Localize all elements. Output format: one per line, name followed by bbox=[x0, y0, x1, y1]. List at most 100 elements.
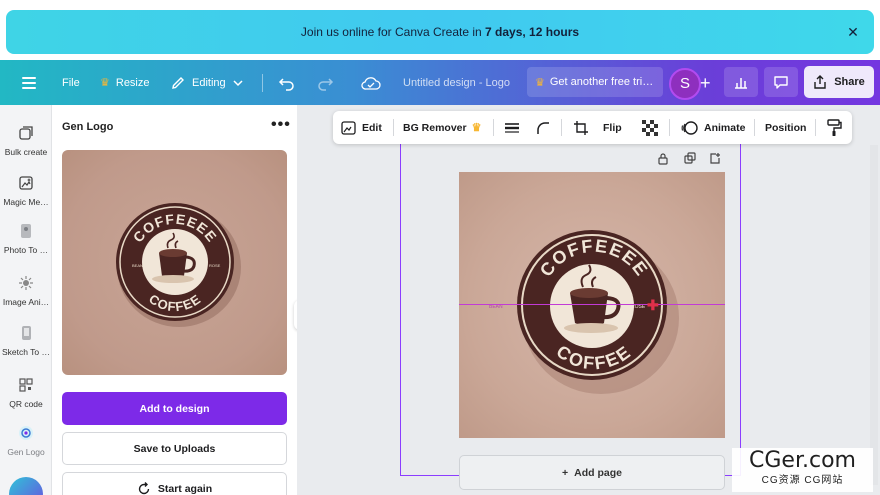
cloud-check-icon bbox=[361, 76, 381, 90]
rail-label: Gen Logo bbox=[7, 447, 45, 457]
edit-image-icon bbox=[341, 120, 356, 135]
topbar-divider bbox=[262, 74, 263, 92]
refresh-icon bbox=[138, 481, 150, 494]
redo-button[interactable] bbox=[316, 60, 334, 105]
watermark-sub: CG资源 CG网站 bbox=[761, 475, 844, 486]
border-style-button[interactable] bbox=[504, 111, 520, 144]
user-avatar[interactable]: S bbox=[669, 68, 701, 100]
add-to-design-button[interactable]: Add to design bbox=[62, 392, 287, 425]
save-to-uploads-button[interactable]: Save to Uploads bbox=[62, 432, 287, 465]
save-to-uploads-label: Save to Uploads bbox=[133, 442, 216, 455]
apps-rail: Bulk create Magic Me… Photo To … Image A… bbox=[0, 105, 52, 495]
generated-logo-preview[interactable]: COFFEEEE COFFEE BEAN ROSE bbox=[62, 150, 287, 375]
free-trial-button[interactable]: ♛ Get another free tri… bbox=[527, 67, 663, 97]
animate-icon bbox=[681, 120, 698, 135]
copy-style-button[interactable] bbox=[826, 111, 842, 144]
toolbar-divider bbox=[393, 119, 394, 136]
rail-item-gen-logo[interactable]: Gen Logo bbox=[0, 425, 52, 457]
gen-logo-icon bbox=[19, 426, 33, 440]
comment-icon bbox=[774, 76, 788, 89]
start-again-button[interactable]: Start again bbox=[62, 472, 287, 495]
animate-button[interactable]: Animate bbox=[681, 111, 745, 144]
panel-title: Gen Logo bbox=[62, 121, 114, 133]
crown-icon: ♛ bbox=[471, 122, 482, 134]
toolbar-divider bbox=[493, 119, 494, 136]
corner-rounding-button[interactable] bbox=[536, 111, 550, 144]
editing-label: Editing bbox=[192, 76, 226, 89]
crop-icon bbox=[574, 120, 588, 135]
resize-label: Resize bbox=[115, 76, 150, 89]
rail-item-image-animate[interactable]: Image Ani… bbox=[0, 275, 52, 307]
add-page-label: Add page bbox=[574, 466, 622, 479]
transparency-checker-icon bbox=[642, 119, 658, 136]
duplicate-page-icon[interactable] bbox=[684, 152, 696, 168]
editing-mode-dropdown[interactable]: Editing bbox=[170, 60, 244, 105]
document-title-text: Untitled design - Logo bbox=[403, 76, 511, 89]
banner-close-icon[interactable]: ✕ bbox=[844, 23, 862, 41]
gen-logo-panel: Gen Logo ••• COFFEEEE COFFEE BEAN ROSE A… bbox=[52, 105, 297, 495]
pencil-icon bbox=[172, 76, 184, 89]
coffee-logo-canvas: COFFEEEE COFFEE BEAN ROSE bbox=[489, 230, 679, 394]
share-label: Share bbox=[834, 76, 865, 88]
rail-item-magic-media[interactable]: Magic Me… bbox=[0, 175, 52, 207]
lock-page-icon[interactable] bbox=[657, 152, 669, 168]
file-menu[interactable]: File bbox=[62, 60, 80, 105]
paint-roller-icon bbox=[827, 118, 842, 136]
rail-item-sketch-to[interactable]: Sketch To … bbox=[0, 325, 52, 357]
flip-label: Flip bbox=[603, 121, 622, 134]
add-collaborator-icon[interactable]: + bbox=[700, 73, 711, 94]
rail-item-photo-to[interactable]: Photo To … bbox=[0, 223, 52, 255]
crown-icon: ♛ bbox=[100, 77, 110, 89]
position-label: Position bbox=[765, 121, 807, 134]
qr-code-icon bbox=[19, 378, 33, 392]
logo-design-element[interactable]: COFFEEEE COFFEE BEAN ROSE bbox=[459, 172, 725, 438]
add-page-button[interactable]: + Add page bbox=[459, 455, 725, 490]
edit-label: Edit bbox=[362, 121, 382, 134]
sketch-to-app-icon bbox=[22, 326, 31, 340]
border-style-icon bbox=[505, 122, 519, 133]
comments-button[interactable] bbox=[764, 67, 798, 97]
rail-label: Bulk create bbox=[4, 147, 48, 157]
coffee-logo-thumbnail: COFFEEEE COFFEE BEAN ROSE bbox=[116, 203, 241, 327]
banner-countdown: 7 days, 12 hours bbox=[485, 25, 580, 39]
site-watermark: CGer.com CG资源 CG网站 bbox=[732, 448, 873, 492]
magic-media-icon bbox=[19, 176, 33, 190]
flip-button[interactable]: Flip bbox=[603, 111, 622, 144]
undo-button[interactable] bbox=[278, 60, 296, 105]
announcement-bar-wrap: Join us online for Canva Create in 7 day… bbox=[0, 0, 880, 60]
toolbar-divider bbox=[561, 119, 562, 136]
free-trial-label: Get another free tri… bbox=[549, 76, 654, 88]
cloud-save-status[interactable] bbox=[360, 60, 382, 105]
rail-item-qr-code[interactable]: QR code bbox=[0, 377, 52, 409]
file-label: File bbox=[62, 76, 80, 89]
document-title[interactable]: Untitled design - Logo bbox=[403, 60, 510, 105]
bg-remover-button[interactable]: BG Remover ♛ bbox=[403, 111, 481, 144]
main-menu-icon[interactable] bbox=[22, 60, 36, 105]
crop-button[interactable] bbox=[573, 111, 589, 144]
bar-chart-icon bbox=[735, 78, 747, 89]
toolbar-divider bbox=[815, 119, 816, 136]
bg-remover-label: BG Remover bbox=[403, 121, 467, 134]
rail-label: Photo To … bbox=[3, 245, 49, 255]
position-button[interactable]: Position bbox=[765, 111, 806, 144]
magic-apps-launcher-icon[interactable] bbox=[9, 477, 43, 495]
resize-button[interactable]: ♛ Resize bbox=[100, 60, 150, 105]
add-page-icon[interactable] bbox=[709, 152, 721, 168]
toolbar-divider bbox=[669, 119, 670, 136]
rail-item-bulk-create[interactable]: Bulk create bbox=[0, 125, 52, 157]
canvas-scrollbar[interactable] bbox=[870, 145, 878, 485]
insights-button[interactable] bbox=[724, 67, 758, 97]
edit-image-button[interactable]: Edit bbox=[341, 111, 382, 144]
transparency-button[interactable] bbox=[642, 111, 658, 144]
banner-text: Join us online for Canva Create in 7 day… bbox=[300, 25, 580, 39]
share-button[interactable]: Share bbox=[804, 66, 874, 98]
rail-label: Image Ani… bbox=[2, 297, 50, 307]
rail-label: Magic Me… bbox=[3, 197, 49, 207]
rail-label: QR code bbox=[9, 399, 43, 409]
more-options-icon[interactable]: ••• bbox=[271, 116, 291, 134]
image-animate-icon bbox=[19, 276, 33, 290]
share-upload-icon bbox=[814, 75, 826, 89]
announcement-banner[interactable]: Join us online for Canva Create in 7 day… bbox=[6, 10, 874, 54]
watermark-main: CGer.com bbox=[749, 448, 856, 473]
start-again-label: Start again bbox=[157, 482, 213, 495]
